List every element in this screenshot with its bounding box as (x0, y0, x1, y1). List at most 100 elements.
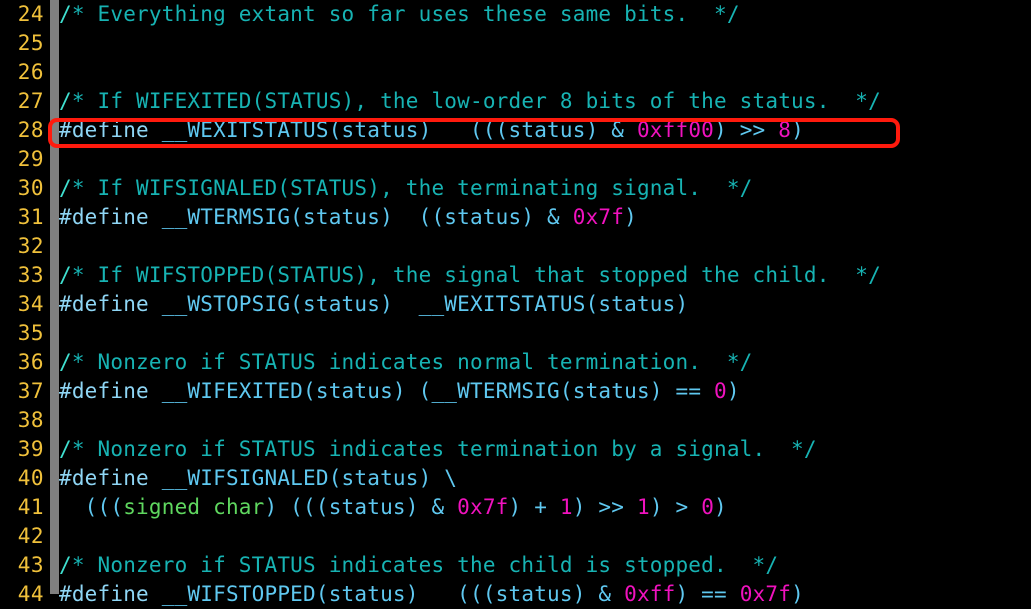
code-line[interactable]: 41 (((signed char) (((status) & 0x7f) + … (0, 493, 1031, 522)
code-token: 0 (701, 495, 715, 519)
code-token: __WTERMSIG(status) ((status) & (148, 205, 573, 229)
code-line[interactable]: 38 (0, 406, 1031, 435)
line-number: 44 (17, 582, 44, 606)
code-token: ) (726, 379, 740, 403)
code-token: / (59, 437, 72, 461)
code-token: * If WIFSTOPPED(STATUS), the signal that… (71, 263, 881, 287)
code-token: 0x7f (572, 205, 625, 229)
code-line[interactable]: 30/* If WIFSIGNALED(STATUS), the termina… (0, 174, 1031, 203)
code-line[interactable]: 26 (0, 58, 1031, 87)
code-token: __WEXITSTATUS(status) (((status) & (148, 118, 637, 142)
code-token: #define (59, 292, 149, 316)
line-number: 36 (17, 350, 44, 374)
code-line[interactable]: 42 (0, 522, 1031, 551)
code-token: / (59, 553, 72, 577)
code-token: ) (((status) & (264, 495, 458, 519)
code-token: / (59, 176, 72, 200)
line-number: 32 (17, 234, 44, 258)
line-number: 28 (17, 118, 44, 142)
code-token: #define (59, 118, 149, 142)
line-number: 42 (17, 524, 44, 548)
code-token: 8 (778, 118, 792, 142)
code-line[interactable]: 44 #define __WIFSTOPPED(status) (((status… (0, 580, 1031, 609)
line-number: 25 (17, 31, 44, 55)
code-token: / (59, 2, 72, 26)
code-token: * Nonzero if STATUS indicates terminatio… (71, 437, 817, 461)
line-number: 39 (17, 437, 44, 461)
line-code-text[interactable]: /* Nonzero if STATUS indicates terminati… (44, 435, 817, 464)
line-code-text[interactable]: #define __WSTOPSIG(status) __WEXITSTATUS… (44, 290, 688, 319)
code-token: #define (59, 379, 149, 403)
code-line[interactable]: 37 #define __WIFEXITED(status) (__WTERMSI… (0, 377, 1031, 406)
code-token: signed char (123, 495, 265, 519)
code-token: 1 (636, 495, 650, 519)
line-code-text[interactable]: #define __WIFEXITED(status) (__WTERMSIG(… (44, 377, 740, 406)
code-token: * Nonzero if STATUS indicates normal ter… (71, 350, 753, 374)
line-number: 29 (17, 147, 44, 171)
code-line[interactable]: 35 (0, 319, 1031, 348)
line-number: 43 (17, 553, 44, 577)
line-code-text[interactable]: /* Nonzero if STATUS indicates normal te… (44, 348, 753, 377)
code-token: * Nonzero if STATUS indicates the child … (71, 553, 779, 577)
code-token: * If WIFEXITED(STATUS), the low-order 8 … (71, 89, 881, 113)
code-token: 0xff00 (636, 118, 715, 142)
code-line[interactable]: 31 #define __WTERMSIG(status) ((status) &… (0, 203, 1031, 232)
code-token: 0xff (624, 582, 676, 606)
line-code-text[interactable]: #define __WTERMSIG(status) ((status) & 0… (44, 203, 637, 232)
code-line[interactable]: 39/* Nonzero if STATUS indicates termina… (0, 435, 1031, 464)
code-token: __WSTOPSIG(status) __WEXITSTATUS(status) (148, 292, 689, 316)
code-editor-view[interactable]: 24/* Everything extant so far uses these… (0, 0, 1031, 606)
line-number: 24 (17, 2, 44, 26)
code-token: / (59, 89, 72, 113)
code-token: ) (624, 205, 637, 229)
code-token: ) >> (572, 495, 637, 519)
line-number: 41 (17, 495, 44, 519)
code-line[interactable]: 25 (0, 29, 1031, 58)
code-token: ((( (59, 495, 124, 519)
line-number: 26 (17, 60, 44, 84)
line-number: 30 (17, 176, 44, 200)
line-code-text[interactable]: (((signed char) (((status) & 0x7f) + 1) … (44, 493, 727, 522)
code-line[interactable]: 34 #define __WSTOPSIG(status) __WEXITSTAT… (0, 290, 1031, 319)
code-token: 0x7f (739, 582, 792, 606)
line-code-text[interactable]: /* If WIFEXITED(STATUS), the low-order 8… (44, 87, 881, 116)
code-line[interactable]: 33/* If WIFSTOPPED(STATUS), the signal t… (0, 261, 1031, 290)
line-code-text[interactable]: /* If WIFSIGNALED(STATUS), the terminati… (44, 174, 753, 203)
code-token: * If WIFSIGNALED(STATUS), the terminatin… (71, 176, 753, 200)
code-lines-container[interactable]: 24/* Everything extant so far uses these… (0, 0, 1031, 609)
code-line[interactable]: 43/* Nonzero if STATUS indicates the chi… (0, 551, 1031, 580)
code-token: ) >> (714, 118, 779, 142)
code-token: / (59, 350, 72, 374)
line-number: 33 (17, 263, 44, 287)
code-token: __WIFSIGNALED(status) \ (148, 466, 458, 490)
code-token: 0x7f (457, 495, 509, 519)
line-code-text[interactable]: #define __WIFSIGNALED(status) \ (44, 464, 457, 493)
line-code-text[interactable]: /* If WIFSTOPPED(STATUS), the signal tha… (44, 261, 881, 290)
code-line[interactable]: 40 #define __WIFSIGNALED(status) \ (0, 464, 1031, 493)
line-number: 34 (17, 292, 44, 316)
code-token: #define (59, 466, 149, 490)
line-number: 35 (17, 321, 44, 345)
code-token: * Everything extant so far uses these sa… (71, 2, 740, 26)
code-line[interactable]: 36/* Nonzero if STATUS indicates normal … (0, 348, 1031, 377)
line-code-text[interactable]: #define __WIFSTOPPED(status) (((status) … (44, 580, 804, 609)
line-number: 31 (17, 205, 44, 229)
code-line[interactable]: 32 (0, 232, 1031, 261)
code-line[interactable]: 28 #define __WEXITSTATUS(status) (((statu… (0, 116, 1031, 145)
code-line[interactable]: 27/* If WIFEXITED(STATUS), the low-order… (0, 87, 1031, 116)
code-token: ) + (508, 495, 560, 519)
code-token: ) (791, 118, 804, 142)
code-token: __WIFEXITED(status) (__WTERMSIG(status) … (148, 379, 715, 403)
line-code-text[interactable]: #define __WEXITSTATUS(status) (((status)… (44, 116, 804, 145)
code-token: #define (59, 205, 149, 229)
code-line[interactable]: 24/* Everything extant so far uses these… (0, 0, 1031, 29)
code-line[interactable]: 29 (0, 145, 1031, 174)
line-code-text[interactable]: /* Everything extant so far uses these s… (44, 0, 740, 29)
line-number: 38 (17, 408, 44, 432)
code-token: ) > (649, 495, 702, 519)
line-number: 37 (17, 379, 44, 403)
line-code-text[interactable]: /* Nonzero if STATUS indicates the child… (44, 551, 778, 580)
line-number: 27 (17, 89, 44, 113)
code-token: ) (791, 582, 804, 606)
code-token: 0 (714, 379, 727, 403)
